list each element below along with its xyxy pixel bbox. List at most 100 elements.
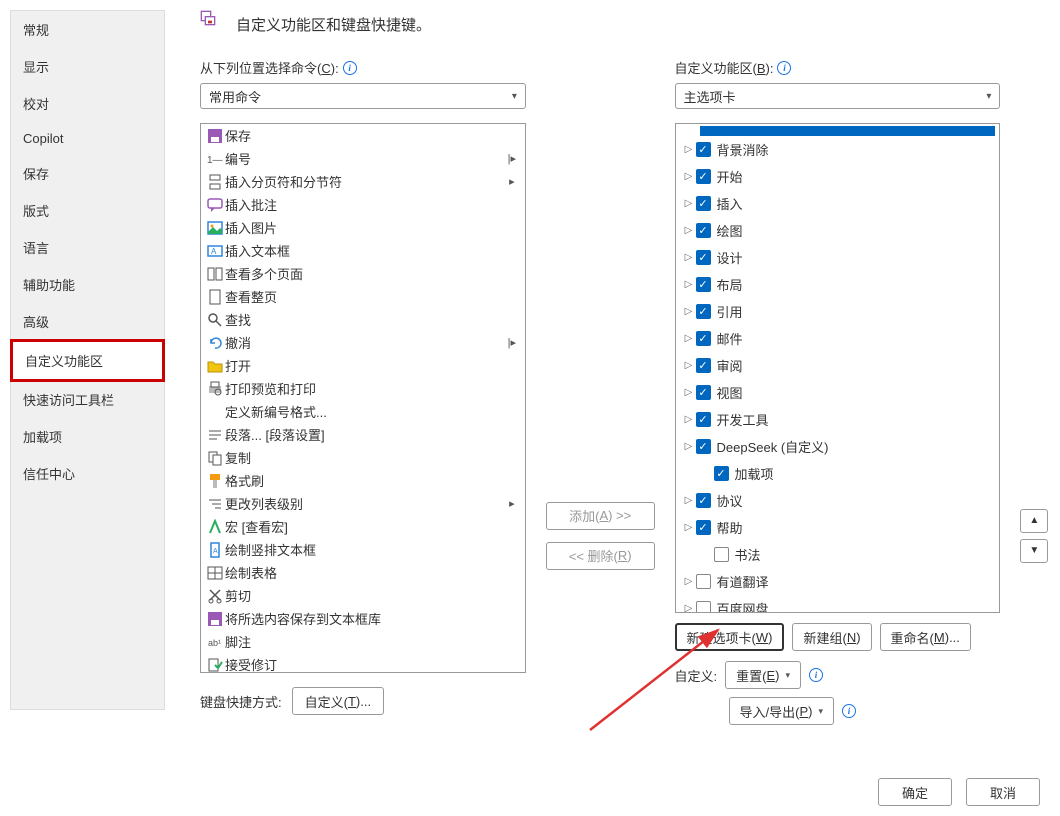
tree-checkbox[interactable] <box>696 574 711 589</box>
cancel-button[interactable]: 取消 <box>966 778 1040 806</box>
tree-item[interactable]: ▷✓加载项 <box>676 460 1000 487</box>
command-item[interactable]: 查看多个页面 <box>201 262 525 285</box>
tree-item[interactable]: ▷✓引用 <box>676 298 1000 325</box>
command-item[interactable]: 接受修订 <box>201 653 525 673</box>
tree-item[interactable]: ▷✓协议 <box>676 487 1000 514</box>
expand-chevron-icon[interactable]: ▷ <box>682 144 696 155</box>
expand-chevron-icon[interactable]: ▷ <box>682 441 696 452</box>
sidebar-item[interactable]: 保存 <box>11 155 164 192</box>
expand-chevron-icon[interactable]: ▷ <box>682 522 696 533</box>
customize-keyboard-button[interactable]: 自定义(T)... <box>292 687 384 715</box>
command-item[interactable]: 1—编号|▸ <box>201 147 525 170</box>
command-item[interactable]: 打印预览和打印 <box>201 377 525 400</box>
tree-item[interactable]: ▷书法 <box>676 541 1000 568</box>
command-item[interactable]: 将所选内容保存到文本框库 <box>201 607 525 630</box>
import-export-dropdown-button[interactable]: 导入/导出(P)▾ <box>729 697 835 725</box>
commands-listbox[interactable]: 保存1—编号|▸插入分页符和分节符▸插入批注插入图片A插入文本框查看多个页面查看… <box>200 123 526 673</box>
expand-chevron-icon[interactable]: ▷ <box>682 360 696 371</box>
command-item[interactable]: 复制 <box>201 446 525 469</box>
command-item[interactable]: 查看整页 <box>201 285 525 308</box>
move-down-button[interactable]: ▼ <box>1020 539 1048 563</box>
info-icon[interactable]: i <box>777 61 791 75</box>
tree-checkbox[interactable]: ✓ <box>696 196 711 211</box>
tree-checkbox[interactable]: ✓ <box>696 169 711 184</box>
command-item[interactable]: 插入图片 <box>201 216 525 239</box>
sidebar-item[interactable]: 版式 <box>11 192 164 229</box>
tree-checkbox[interactable]: ✓ <box>696 412 711 427</box>
command-item[interactable]: 插入批注 <box>201 193 525 216</box>
command-item[interactable]: 定义新编号格式... <box>201 400 525 423</box>
expand-chevron-icon[interactable]: ▷ <box>682 576 696 587</box>
tree-checkbox[interactable] <box>696 601 711 613</box>
info-icon[interactable]: i <box>343 61 357 75</box>
expand-chevron-icon[interactable]: ▷ <box>682 306 696 317</box>
tree-item[interactable]: ▷百度网盘 <box>676 595 1000 613</box>
sidebar-item[interactable]: 常规 <box>11 11 164 48</box>
tree-checkbox[interactable]: ✓ <box>696 223 711 238</box>
command-item[interactable]: 插入分页符和分节符▸ <box>201 170 525 193</box>
tree-checkbox[interactable]: ✓ <box>696 520 711 535</box>
tree-checkbox[interactable]: ✓ <box>696 493 711 508</box>
command-item[interactable]: 打开 <box>201 354 525 377</box>
command-item[interactable]: 段落... [段落设置] <box>201 423 525 446</box>
sidebar-item[interactable]: 加载项 <box>11 418 164 455</box>
tree-checkbox[interactable]: ✓ <box>696 358 711 373</box>
tree-item[interactable]: ▷✓帮助 <box>676 514 1000 541</box>
sidebar-item[interactable]: 校对 <box>11 85 164 122</box>
sidebar-item[interactable]: 快速访问工具栏 <box>11 381 164 418</box>
expand-chevron-icon[interactable]: ▷ <box>682 225 696 236</box>
command-item[interactable]: A绘制竖排文本框 <box>201 538 525 561</box>
ribbon-tabs-dropdown[interactable]: 主选项卡▾ <box>675 83 1001 109</box>
command-item[interactable]: 保存 <box>201 124 525 147</box>
command-item[interactable]: 撤消|▸ <box>201 331 525 354</box>
tree-item[interactable]: ▷✓审阅 <box>676 352 1000 379</box>
tree-checkbox[interactable]: ✓ <box>696 331 711 346</box>
remove-button[interactable]: << 删除(R) <box>546 542 655 570</box>
tree-item[interactable]: ▷✓开发工具 <box>676 406 1000 433</box>
tree-checkbox[interactable]: ✓ <box>696 250 711 265</box>
new-group-button[interactable]: 新建组(N) <box>792 623 871 651</box>
ribbon-tree[interactable]: ▷✓背景消除▷✓开始▷✓插入▷✓绘图▷✓设计▷✓布局▷✓引用▷✓邮件▷✓审阅▷✓… <box>675 123 1001 613</box>
command-item[interactable]: ab¹脚注 <box>201 630 525 653</box>
info-icon[interactable]: i <box>842 704 856 718</box>
expand-chevron-icon[interactable]: ▷ <box>682 495 696 506</box>
commands-source-dropdown[interactable]: 常用命令▾ <box>200 83 526 109</box>
new-tab-button[interactable]: 新建选项卡(W) <box>675 623 785 651</box>
expand-chevron-icon[interactable]: ▷ <box>682 171 696 182</box>
tree-item[interactable]: ▷✓开始 <box>676 163 1000 190</box>
expand-chevron-icon[interactable]: ▷ <box>682 279 696 290</box>
sidebar-item[interactable]: 高级 <box>11 303 164 340</box>
expand-chevron-icon[interactable]: ▷ <box>682 252 696 263</box>
command-item[interactable]: 更改列表级别▸ <box>201 492 525 515</box>
command-item[interactable]: 格式刷 <box>201 469 525 492</box>
command-item[interactable]: 绘制表格 <box>201 561 525 584</box>
tree-item[interactable]: ▷✓视图 <box>676 379 1000 406</box>
reset-dropdown-button[interactable]: 重置(E)▾ <box>725 661 801 689</box>
tree-item[interactable]: ▷✓设计 <box>676 244 1000 271</box>
command-item[interactable]: 查找 <box>201 308 525 331</box>
add-button[interactable]: 添加(A) >> <box>546 502 655 530</box>
tree-item[interactable]: ▷✓DeepSeek (自定义) <box>676 433 1000 460</box>
expand-chevron-icon[interactable]: ▷ <box>682 603 696 613</box>
tree-checkbox[interactable]: ✓ <box>696 304 711 319</box>
expand-chevron-icon[interactable]: ▷ <box>682 333 696 344</box>
tree-checkbox[interactable]: ✓ <box>696 439 711 454</box>
sidebar-item[interactable]: 显示 <box>11 48 164 85</box>
tree-item[interactable]: ▷✓布局 <box>676 271 1000 298</box>
tree-item[interactable]: ▷✓插入 <box>676 190 1000 217</box>
expand-chevron-icon[interactable]: ▷ <box>682 198 696 209</box>
rename-button[interactable]: 重命名(M)... <box>880 623 971 651</box>
tree-item[interactable]: ▷✓背景消除 <box>676 136 1000 163</box>
command-item[interactable]: 宏 [查看宏] <box>201 515 525 538</box>
sidebar-item[interactable]: 信任中心 <box>11 455 164 492</box>
command-item[interactable]: A插入文本框 <box>201 239 525 262</box>
tree-item[interactable]: ▷✓绘图 <box>676 217 1000 244</box>
tree-item[interactable]: ▷✓邮件 <box>676 325 1000 352</box>
tree-item[interactable]: ▷有道翻译 <box>676 568 1000 595</box>
tree-checkbox[interactable] <box>714 547 729 562</box>
move-up-button[interactable]: ▲ <box>1020 509 1048 533</box>
expand-chevron-icon[interactable]: ▷ <box>682 414 696 425</box>
ok-button[interactable]: 确定 <box>878 778 952 806</box>
tree-checkbox[interactable]: ✓ <box>696 277 711 292</box>
expand-chevron-icon[interactable]: ▷ <box>682 387 696 398</box>
